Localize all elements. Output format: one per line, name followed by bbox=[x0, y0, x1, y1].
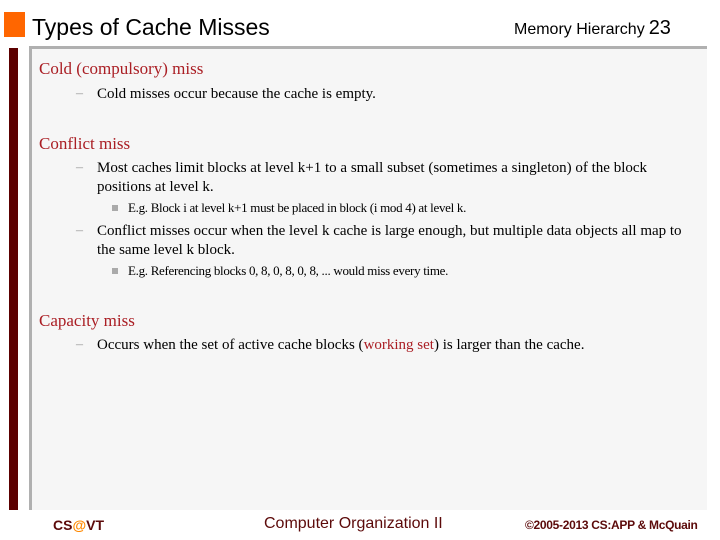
footer-copyright: ©2005-2013 CS:APP & McQuain bbox=[525, 518, 698, 532]
footer-cs: CS bbox=[53, 517, 73, 533]
conflict-miss-subitem-2: E.g. Referencing blocks 0, 8, 0, 8, 0, 8… bbox=[128, 263, 449, 278]
heading-capacity-miss: Capacity miss bbox=[39, 311, 135, 330]
section-header: Memory Hierarchy 23 bbox=[514, 16, 671, 42]
heading-conflict-miss: Conflict miss bbox=[39, 134, 131, 153]
side-accent-bar bbox=[9, 48, 18, 510]
dash-bullet: – bbox=[76, 86, 83, 101]
working-set-term: working set bbox=[363, 337, 434, 353]
square-bullet bbox=[112, 205, 118, 211]
capacity-miss-item-1: Occurs when the set of active cache bloc… bbox=[97, 336, 697, 355]
footer-vt: VT bbox=[86, 517, 104, 533]
conflict-miss-item-1: Most caches limit blocks at level k+1 to… bbox=[97, 160, 648, 195]
conflict-miss-item-2: Conflict misses occur when the level k c… bbox=[97, 223, 682, 258]
footer-org-logo: CS@VT bbox=[53, 517, 104, 533]
dash-bullet: – bbox=[76, 337, 83, 352]
footer-at-sign: @ bbox=[72, 517, 87, 533]
slide-title: Types of Cache Misses bbox=[32, 14, 270, 40]
capacity-text-before: Occurs when the set of active cache bloc… bbox=[97, 337, 364, 353]
heading-cold-miss: Cold (compulsory) miss bbox=[39, 59, 204, 78]
cold-miss-item-1: Cold misses occur because the cache is e… bbox=[97, 86, 376, 102]
slide-number: 23 bbox=[648, 17, 671, 39]
dash-bullet: – bbox=[76, 160, 83, 175]
title-accent-square bbox=[4, 12, 25, 37]
capacity-text-after: ) is larger than the cache. bbox=[433, 337, 585, 353]
square-bullet bbox=[112, 268, 118, 274]
dash-bullet: – bbox=[76, 223, 83, 238]
section-name: Memory Hierarchy bbox=[514, 21, 645, 38]
conflict-miss-subitem-1: E.g. Block i at level k+1 must be placed… bbox=[128, 200, 467, 215]
footer-course-name: Computer Organization II bbox=[264, 515, 443, 532]
